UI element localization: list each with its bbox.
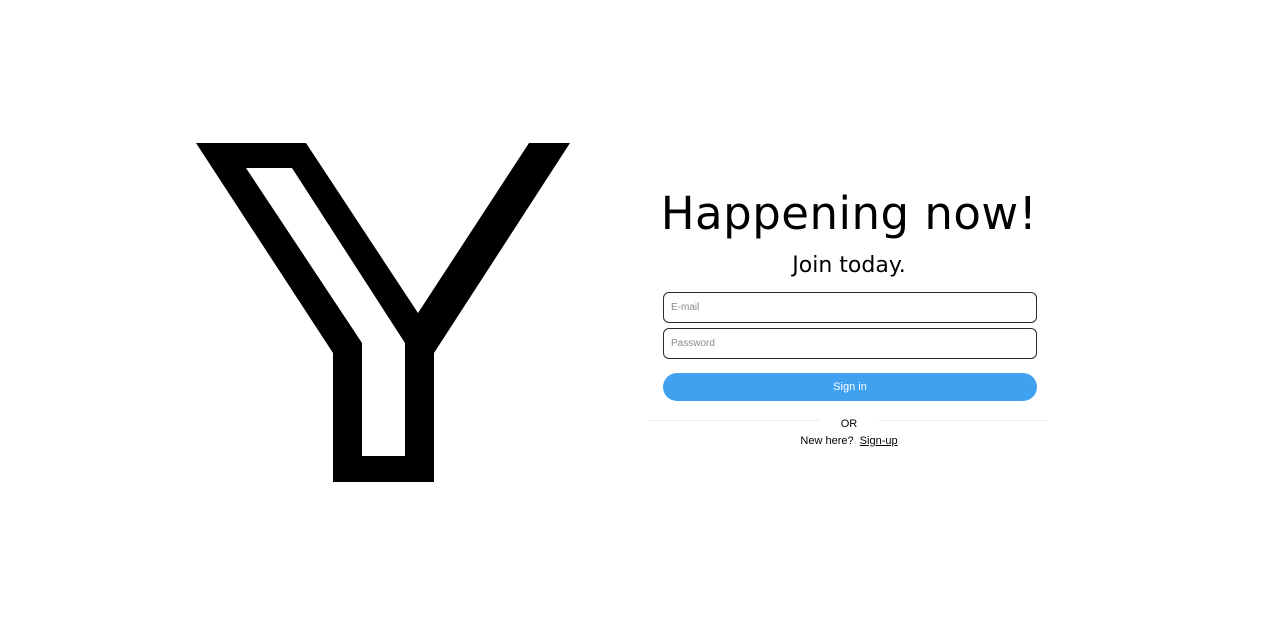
or-divider: OR: [650, 412, 1048, 430]
signup-link[interactable]: Sign-up: [860, 435, 898, 447]
y-logo-icon: [196, 143, 571, 483]
divider-label: OR: [840, 418, 858, 430]
signin-button[interactable]: Sign in: [663, 373, 1037, 401]
password-field[interactable]: [663, 328, 1037, 359]
page-title: Happening now!: [660, 187, 1038, 240]
divider-line-right: [878, 420, 1048, 421]
page-subtitle: Join today.: [792, 253, 906, 278]
signup-prompt: New here?: [800, 435, 854, 447]
auth-panel: Happening now! Join today. Sign in OR Ne…: [650, 186, 1048, 449]
login-page: Happening now! Join today. Sign in OR Ne…: [0, 0, 1280, 633]
divider-line-left: [650, 420, 820, 421]
email-field[interactable]: [663, 292, 1037, 323]
signup-row: New here? Sign-up: [650, 433, 1048, 449]
